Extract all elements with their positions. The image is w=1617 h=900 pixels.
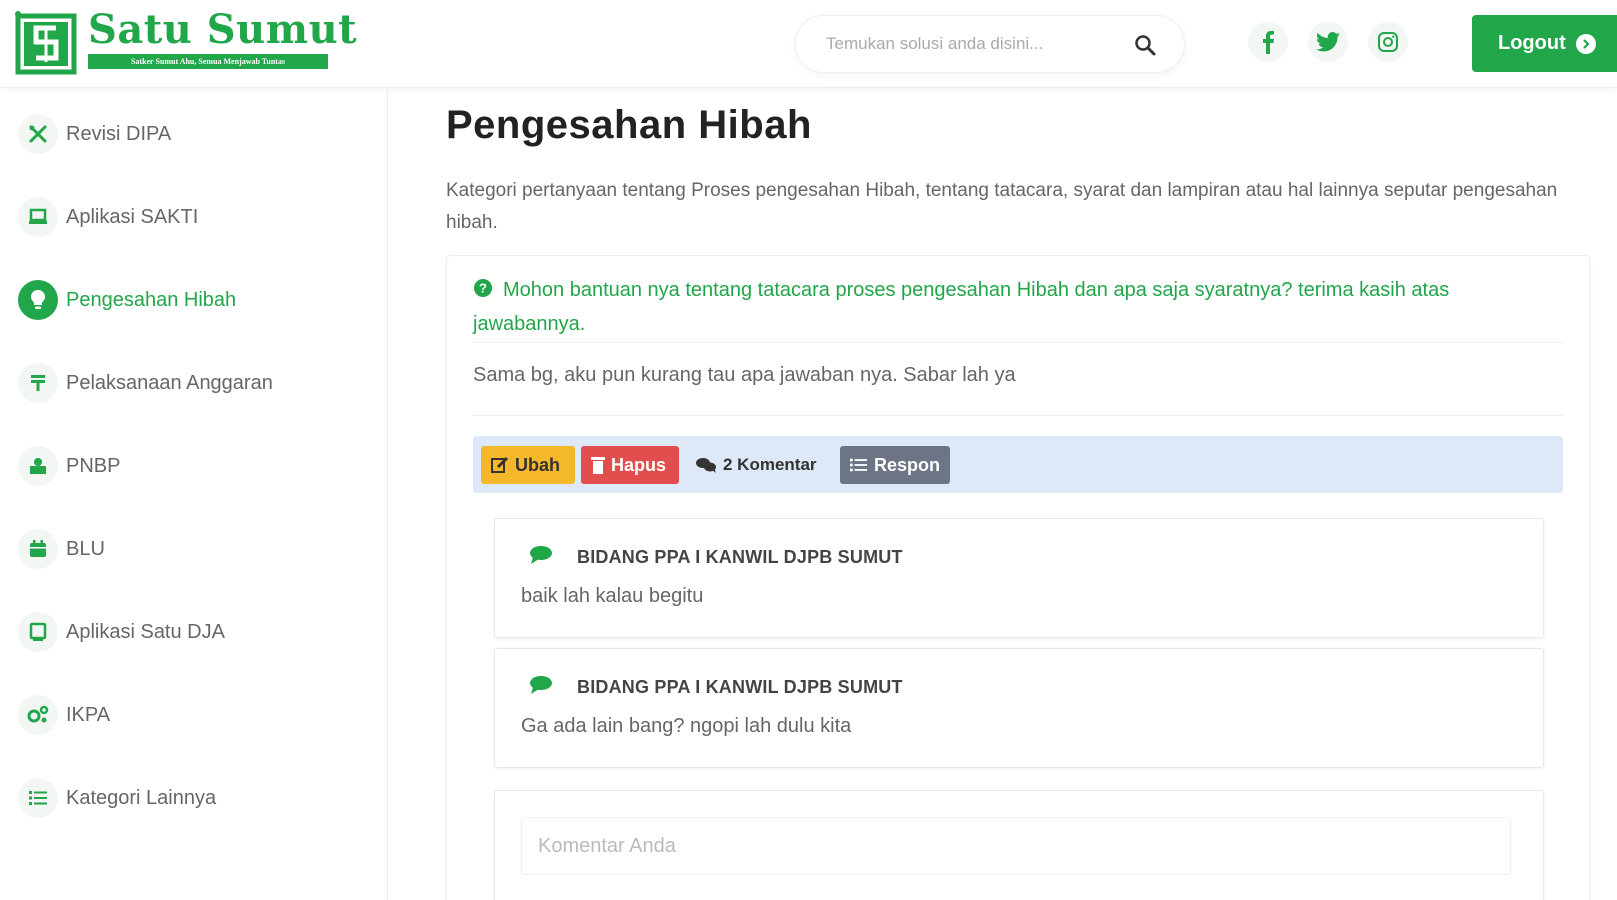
logo-title: Satu Sumut: [88, 6, 358, 53]
question-card: ? Mohon bantuan nya tentang tatacara pro…: [446, 255, 1590, 900]
gears-icon: [18, 695, 58, 735]
sidebar-item-label: Revisi DIPA: [66, 122, 172, 145]
page-title: Pengesahan Hibah: [446, 103, 812, 147]
divider: [473, 415, 1563, 416]
sidebar-item-label: Aplikasi SAKTI: [66, 205, 199, 228]
trash-icon: [591, 457, 605, 474]
category-sidebar: Revisi DIPA Aplikasi SAKTI Pengesahan Hi…: [0, 89, 388, 900]
comment-item: BIDANG PPA I KANWIL DJPB SUMUT Ga ada la…: [494, 648, 1544, 768]
answer-text: Sama bg, aku pun kurang tau apa jawaban …: [473, 364, 1016, 386]
edit-icon: [491, 456, 509, 473]
sidebar-item-kategori-lainnya[interactable]: Kategori Lainnya: [0, 768, 388, 828]
delete-label: Hapus: [611, 454, 667, 475]
search-icon[interactable]: [1134, 34, 1156, 61]
respond-button[interactable]: Respon: [840, 446, 950, 484]
logo-tagline: Satker Sumut Ahu, Semua Menjawab Tuntas: [88, 54, 328, 69]
arrow-right-icon: [1575, 33, 1596, 54]
sidebar-item-blu[interactable]: BLU: [0, 519, 388, 579]
comment-bubble-icon: [529, 675, 553, 700]
delete-button[interactable]: Hapus: [581, 446, 679, 484]
sidebar-item-label: Pelaksanaan Anggaran: [66, 371, 273, 394]
sidebar-item-label: Pengesahan Hibah: [66, 288, 237, 311]
svg-text:?: ?: [479, 281, 487, 296]
sidebar-item-pengesahan-hibah[interactable]: Pengesahan Hibah: [0, 270, 388, 330]
edit-button[interactable]: Ubah: [481, 446, 575, 484]
divider: [473, 342, 1563, 343]
logout-label: Logout: [1498, 32, 1566, 54]
monitor-icon: [18, 612, 58, 652]
question-circle-icon: ?: [473, 276, 493, 308]
logo-mark-icon: [12, 8, 80, 76]
comment-input[interactable]: [521, 817, 1511, 875]
comment-form: [494, 790, 1544, 900]
category-description: Kategori pertanyaan tentang Proses penge…: [446, 180, 1558, 233]
sidebar-item-label: Aplikasi Satu DJA: [66, 620, 225, 643]
search-input[interactable]: [826, 34, 1126, 54]
question: ? Mohon bantuan nya tentang tatacara pro…: [473, 274, 1563, 340]
calendar-icon: [18, 529, 58, 569]
sidebar-item-ikpa[interactable]: IKPA: [0, 685, 388, 745]
laptop-icon: [18, 197, 58, 237]
comments-count-label: 2 Komentar: [723, 455, 817, 474]
search-bar: [795, 15, 1185, 73]
sidebar-item-label: IKPA: [66, 703, 111, 726]
facebook-icon[interactable]: [1248, 22, 1288, 62]
comment-text: Ga ada lain bang? ngopi lah dulu kita: [521, 715, 852, 737]
sidebar-item-pelaksanaan-anggaran[interactable]: Pelaksanaan Anggaran: [0, 353, 388, 413]
sidebar-item-pnbp[interactable]: PNBP: [0, 436, 388, 496]
sidebar-item-label: PNBP: [66, 454, 121, 477]
sidebar-item-label: BLU: [66, 537, 105, 560]
instagram-icon[interactable]: [1368, 22, 1408, 62]
tools-icon: [18, 114, 58, 154]
list-icon: [850, 458, 868, 472]
respond-label: Respon: [873, 454, 940, 475]
sidebar-item-revisi-dipa[interactable]: Revisi DIPA: [0, 104, 388, 164]
twitter-icon[interactable]: [1308, 22, 1348, 62]
comment-author: BIDANG PPA I KANWIL DJPB SUMUT: [577, 547, 903, 567]
question-text: Mohon bantuan nya tentang tatacara prose…: [473, 279, 1450, 335]
coins-icon: [18, 446, 58, 486]
comments-count-button[interactable]: 2 Komentar: [685, 446, 827, 484]
site-logo[interactable]: Satu Sumut Satker Sumut Ahu, Semua Menja…: [12, 8, 357, 76]
list-icon: [18, 778, 58, 818]
top-header: Satu Sumut Satker Sumut Ahu, Semua Menja…: [0, 0, 1617, 88]
action-bar: Ubah Hapus 2 Komentar Respon: [473, 436, 1563, 493]
comment-item: BIDANG PPA I KANWIL DJPB SUMUT baik lah …: [494, 518, 1544, 638]
sidebar-item-label: Kategori Lainnya: [66, 786, 217, 809]
comments-icon: [696, 458, 716, 473]
sidebar-item-aplikasi-satu-dja[interactable]: Aplikasi Satu DJA: [0, 602, 388, 662]
comment-author: BIDANG PPA I KANWIL DJPB SUMUT: [577, 677, 903, 697]
comment-text: baik lah kalau begitu: [521, 585, 704, 607]
edit-label: Ubah: [515, 454, 560, 475]
comment-bubble-icon: [529, 545, 553, 570]
money-icon: [18, 363, 58, 403]
lightbulb-icon: [18, 280, 58, 320]
sidebar-item-aplikasi-sakti[interactable]: Aplikasi SAKTI: [0, 187, 388, 247]
logout-button[interactable]: Logout: [1472, 15, 1617, 72]
